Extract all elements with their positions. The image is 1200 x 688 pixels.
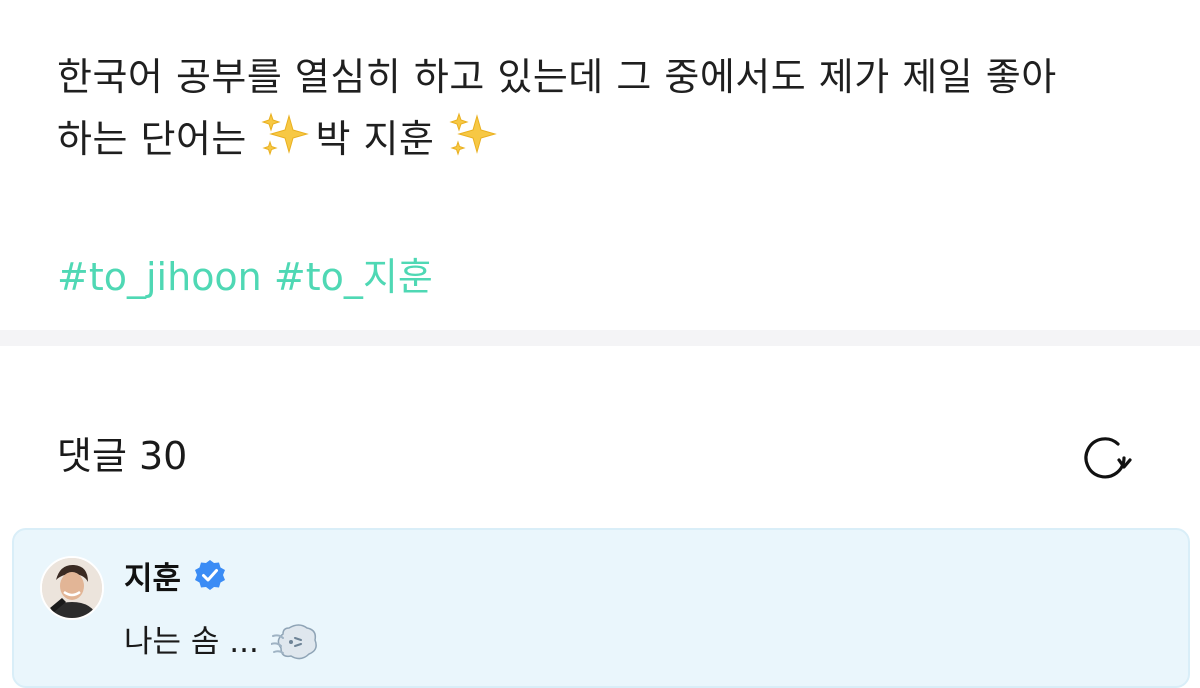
refresh-button[interactable] [1077,432,1135,484]
hashtag-link[interactable]: #to_지훈 [274,255,433,299]
wind-face-icon [270,624,317,660]
comment-text: 나는 솜 ... [124,620,319,664]
post-text-line-2-name: 박 지훈 [315,117,448,161]
post-text-line-2-start: 하는 단어는 [57,117,260,161]
post-body: 한국어 공부를 열심히 하고 있는데 그 중에서도 제가 제일 좋아 하는 단어… [57,46,1167,170]
sparkles-icon [261,112,310,156]
comment-item: 지훈 나는 솜 ... [12,528,1190,688]
avatar-image [42,558,102,618]
refresh-icon [1084,437,1132,479]
comment-author[interactable]: 지훈 [124,553,181,598]
comments-header: 댓글 30 [0,346,1200,526]
verified-badge-icon [195,560,226,590]
section-divider [0,330,1200,346]
comment-text-content: 나는 솜 ... [124,624,259,660]
comment-author-row: 지훈 [124,550,227,600]
avatar[interactable] [40,556,104,620]
post-text-line-1: 한국어 공부를 열심히 하고 있는데 그 중에서도 제가 제일 좋아 [57,55,1057,99]
hashtags: #to_jihoon #to_지훈 [57,246,433,308]
comments-count: 댓글 30 [57,434,188,478]
post-text-line-2: 하는 단어는 박 지훈 [57,108,1167,170]
hashtag-link[interactable]: #to_jihoon [57,255,262,299]
sparkles-icon [449,112,497,156]
post: 한국어 공부를 열심히 하고 있는데 그 중에서도 제가 제일 좋아 하는 단어… [0,0,1200,330]
